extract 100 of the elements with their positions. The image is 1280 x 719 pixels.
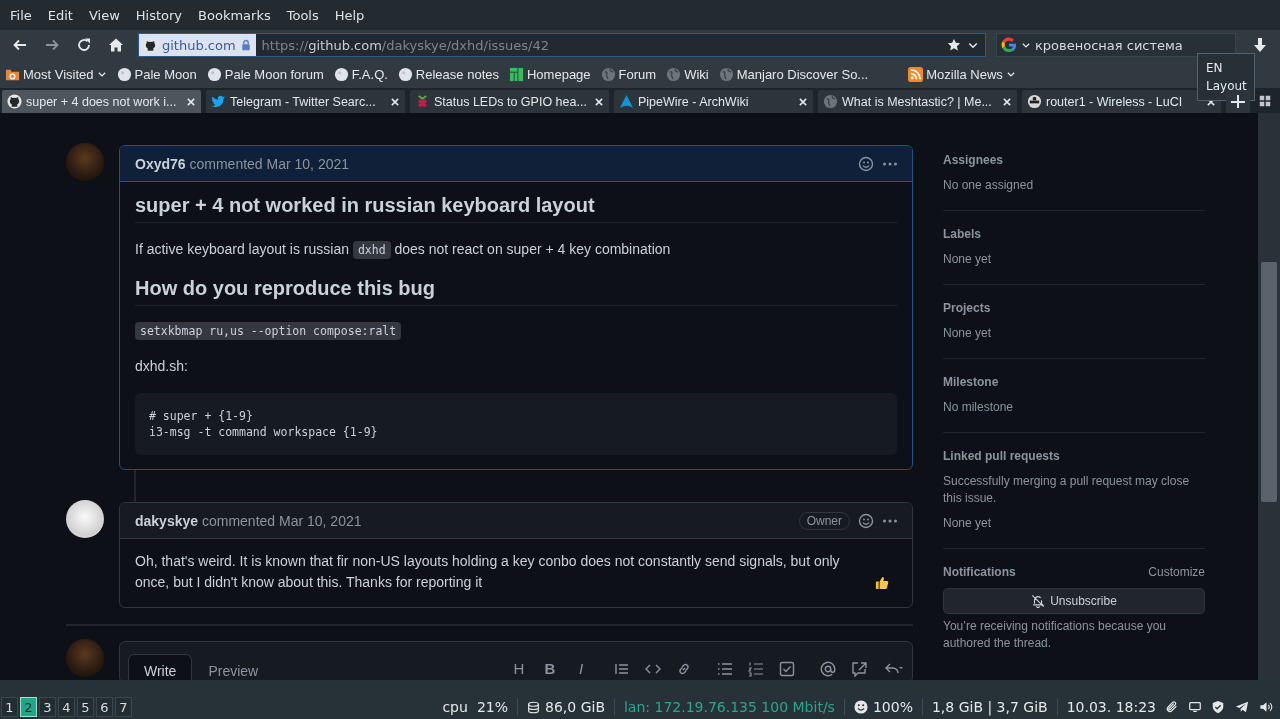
browser-tab[interactable]: What is Meshtastic? | Me... xyxy=(818,90,1017,113)
tab-list-button[interactable] xyxy=(1259,94,1271,107)
close-icon xyxy=(594,96,604,107)
browser-tab[interactable]: Telegram - Twitter Searc... xyxy=(206,90,405,113)
smiley-icon[interactable] xyxy=(858,155,874,172)
sidebar-text: None yet xyxy=(943,515,993,532)
bold-button[interactable]: B xyxy=(542,660,558,677)
workspace-button[interactable]: 2 xyxy=(20,697,37,717)
bookmark[interactable]: Forum xyxy=(600,66,657,82)
code-block: # super + {1-9} i3-msg -t command workspace {1-9} xyxy=(135,393,897,455)
raspberry-icon xyxy=(415,94,430,109)
workspace-button[interactable]: 6 xyxy=(96,697,113,717)
workspace-button[interactable]: 1 xyxy=(1,697,18,717)
moon-icon xyxy=(116,66,132,82)
disk-usage: 86,0 GiB xyxy=(545,699,605,715)
moon-icon xyxy=(397,66,413,82)
bookmark[interactable]: F.A.Q. xyxy=(333,66,388,82)
bookmark[interactable]: Mozilla News xyxy=(908,66,1016,82)
globe-icon xyxy=(718,66,734,82)
scrollbar[interactable] xyxy=(1258,113,1280,680)
triangle-icon xyxy=(619,94,634,109)
download-arrow-icon xyxy=(1252,36,1268,54)
sidebar-text: None yet xyxy=(943,251,993,268)
bookmark[interactable]: Pale Moon forum xyxy=(206,66,324,82)
globe-icon xyxy=(666,66,682,82)
workspace-button[interactable]: 5 xyxy=(77,697,94,717)
moon-icon xyxy=(333,66,349,82)
close-icon xyxy=(1002,96,1012,107)
menu-item[interactable]: File xyxy=(2,7,40,23)
customize-link[interactable]: Customize xyxy=(1148,565,1205,579)
bell-off-icon xyxy=(1031,594,1046,608)
manjaro-icon xyxy=(509,66,524,82)
editor-tab[interactable]: Write xyxy=(128,654,193,680)
comment-heading: How do you reproduce this bug xyxy=(135,277,897,306)
globe-icon xyxy=(823,94,838,109)
italic-button[interactable]: I xyxy=(573,660,589,677)
bookmark[interactable]: Homepage xyxy=(509,66,591,82)
home-icon xyxy=(108,37,124,53)
search-field[interactable]: кровеносная система xyxy=(996,33,1236,57)
numbered-list-icon[interactable] xyxy=(748,660,764,677)
browser-tab[interactable]: router1 - Wireless - LuCI xyxy=(1022,90,1221,113)
comment-text: If active keyboard layout is russian dxhd does not react on super + 4 key combination xyxy=(135,240,672,261)
paperclip-icon xyxy=(1165,700,1179,714)
code-snippet: setxkbmap ru,us --option compose:ralt xyxy=(135,322,402,340)
menu-item[interactable]: Edit xyxy=(39,7,81,23)
browser-tab[interactable]: super + 4 does not work i... xyxy=(2,90,201,113)
unsubscribe-button[interactable]: Unsubscribe xyxy=(943,588,1205,614)
workspace-button[interactable]: 4 xyxy=(58,697,75,717)
comment-heading: super + 4 not worked in russian keyboard layout xyxy=(135,194,897,223)
shield-icon xyxy=(1211,700,1225,714)
sidebar-heading: Notifications xyxy=(943,565,1016,579)
sidebar-heading: Milestone xyxy=(943,375,1000,389)
avatar[interactable] xyxy=(66,500,104,538)
bookmark[interactable]: Pale Moon xyxy=(116,66,197,82)
smiley-icon[interactable] xyxy=(858,512,874,529)
close-icon xyxy=(186,96,196,107)
sidebar-heading: Labels xyxy=(943,227,982,241)
sidebar-text: None yet xyxy=(943,325,993,342)
bookmark[interactable]: Wiki xyxy=(666,66,709,82)
comment-text: dxhd.sh: xyxy=(135,357,189,376)
menu-item[interactable]: Help xyxy=(326,7,373,23)
browser-tab[interactable]: Status LEDs to GPIO hea... xyxy=(410,90,609,113)
bullet-list-icon[interactable] xyxy=(717,660,733,677)
bookmark[interactable]: Most Visited xyxy=(5,66,107,82)
checkbox-icon[interactable] xyxy=(779,660,795,677)
lock-icon xyxy=(239,39,252,51)
cpu-label: cpu xyxy=(442,699,468,715)
github-icon xyxy=(7,94,22,109)
reference-icon[interactable] xyxy=(851,660,867,677)
menu-item[interactable]: History xyxy=(127,7,191,23)
sidebar-heading: Projects xyxy=(943,301,992,315)
sidebar-text: Successfully merging a pull request may close this issue. xyxy=(943,473,1191,507)
speaker-icon xyxy=(1259,700,1274,714)
at-sign-icon[interactable] xyxy=(820,660,836,677)
menu-item[interactable]: View xyxy=(80,7,128,23)
menu-item[interactable]: Tools xyxy=(278,7,327,23)
workspace-button[interactable]: 3 xyxy=(39,697,56,717)
site-identity[interactable]: github.com xyxy=(139,34,256,56)
chevron-down-icon xyxy=(1021,40,1031,50)
bookmark[interactable]: Manjaro Discover So... xyxy=(718,66,869,82)
address-bar[interactable]: github.com https://github.com/dakyskye/dxhd/issues/42 xyxy=(138,33,986,57)
back-arrow-icon xyxy=(12,37,28,53)
workspace-button[interactable]: 7 xyxy=(115,697,132,717)
star-icon xyxy=(947,38,961,52)
cpu-usage: 21% xyxy=(476,699,508,715)
globe-icon xyxy=(600,66,616,82)
editor-tab[interactable]: Preview xyxy=(192,654,275,680)
heading-button[interactable]: H xyxy=(511,660,527,677)
comment-meta: Oxyd76 commented Mar 10, 2021 xyxy=(135,155,351,172)
browser-tab[interactable]: PipeWire - ArchWiki xyxy=(614,90,813,113)
comment-text: Oh, that's weird. It is known that fir non-US layouts holding a key conbo does not constantly send signals, but only once, but I didn't know about this. Thanks for reporting it xyxy=(135,552,841,592)
notification-note: You’re receiving notifications because you authored the thread. xyxy=(943,618,1168,652)
bookmark[interactable]: Release notes xyxy=(397,66,499,82)
grid-icon xyxy=(1259,94,1271,107)
sidebar-text: No milestone xyxy=(943,399,1015,416)
forward-arrow-icon xyxy=(44,37,60,53)
menu-item[interactable]: Bookmarks xyxy=(190,7,279,23)
bird-icon xyxy=(211,94,226,109)
tooltip-text: EN xyxy=(1206,60,1224,77)
disk-icon xyxy=(527,700,540,714)
